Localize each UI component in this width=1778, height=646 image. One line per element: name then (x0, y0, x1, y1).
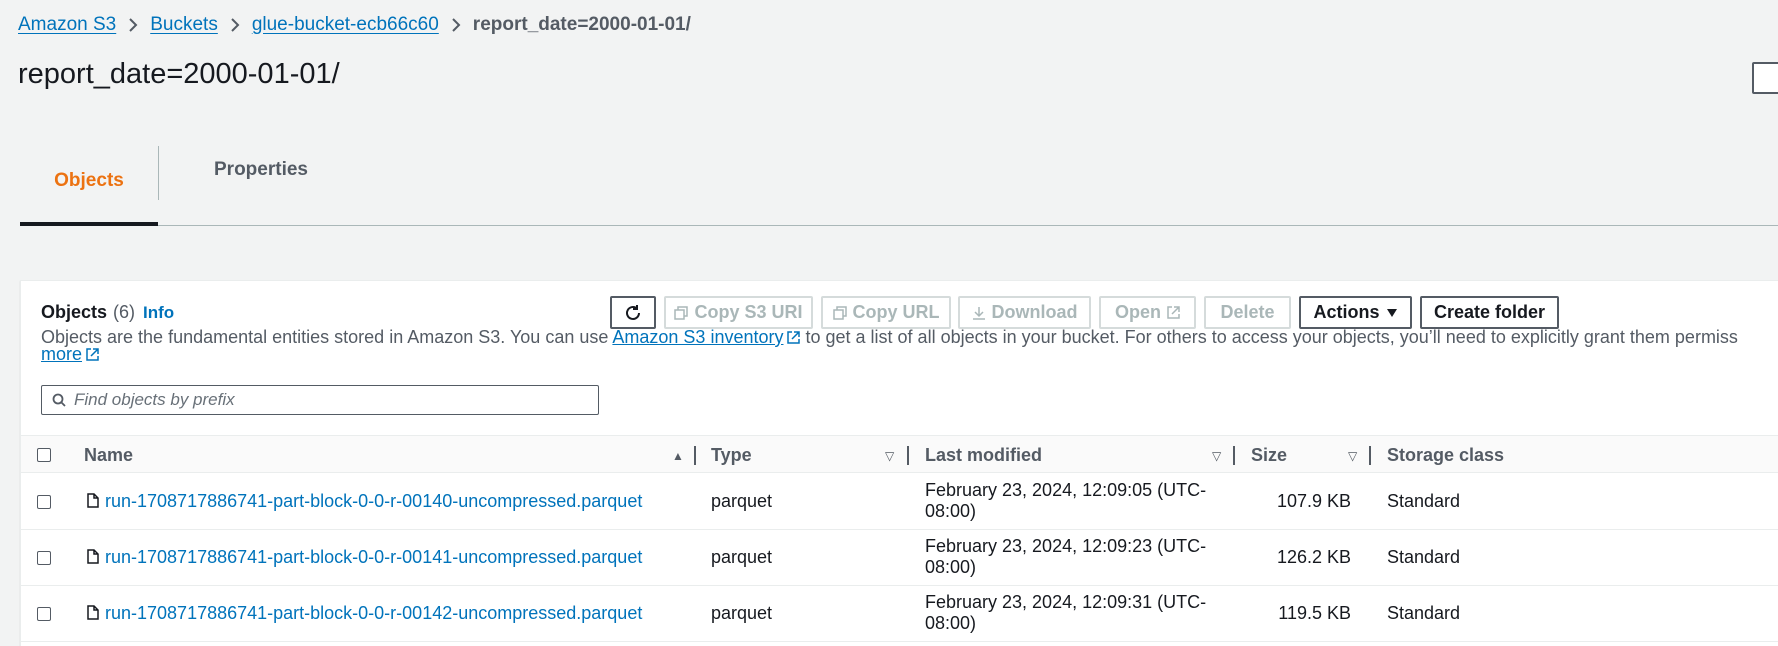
chevron-right-icon (129, 18, 138, 32)
object-size: 119.5 KB (1278, 603, 1351, 623)
delete-label: Delete (1220, 302, 1275, 322)
objects-count: (6) (113, 302, 136, 322)
table-row: run-1708717886741-part-block-0-0-r-00142… (21, 586, 1778, 642)
sort-ascending-icon[interactable]: ▲ (672, 449, 684, 463)
file-icon (87, 549, 99, 564)
caret-down-icon (1386, 308, 1397, 317)
table-row: run-1708717886741-part-block-0-0-r-00140… (21, 474, 1778, 530)
tab-bar: Objects Properties (20, 140, 1778, 226)
external-link-icon (86, 348, 99, 361)
column-resizer[interactable] (1369, 446, 1371, 465)
table-header: Name ▲ Type ▽ Last modified ▽ Size ▽ Sto… (21, 435, 1778, 473)
column-header-storage-class[interactable]: Storage class (1387, 436, 1504, 474)
breadcrumb: Amazon S3 Buckets glue-bucket-ecb66c60 r… (18, 14, 691, 36)
search-input[interactable] (74, 390, 554, 410)
column-header-last-modified[interactable]: Last modified (925, 436, 1042, 474)
search-icon (52, 393, 66, 407)
object-last-modified: February 23, 2024, 12:09:23 (UTC- 08:00) (925, 536, 1206, 578)
chevron-right-icon (452, 18, 461, 32)
row-checkbox[interactable] (37, 551, 51, 565)
copy-icon (832, 305, 847, 320)
objects-description: Objects are the fundamental entities sto… (41, 327, 1738, 364)
objects-header: Objects (6) Info (41, 302, 174, 323)
modified-line-1: February 23, 2024, 12:09:05 (UTC- (925, 480, 1207, 500)
tab-objects[interactable]: Objects (20, 140, 158, 226)
breadcrumb-buckets[interactable]: Buckets (150, 14, 218, 36)
download-button[interactable]: Download (958, 296, 1091, 329)
open-label: Open (1114, 302, 1161, 322)
objects-title: Objects (41, 302, 108, 322)
chevron-right-icon (231, 18, 240, 32)
row-checkbox[interactable] (37, 607, 51, 621)
tab-properties[interactable]: Properties (160, 140, 362, 200)
object-name-link[interactable]: run-1708717886741-part-block-0-0-r-00141… (105, 547, 642, 568)
sort-icon[interactable]: ▽ (1348, 449, 1357, 463)
object-type: parquet (711, 603, 773, 623)
external-link-icon (1167, 306, 1180, 319)
create-folder-label: Create folder (1433, 302, 1546, 322)
object-name-link[interactable]: run-1708717886741-part-block-0-0-r-00140… (105, 491, 642, 512)
search-box (41, 385, 599, 415)
copy-url-label: Copy URL (852, 302, 940, 322)
modified-line-2: 08:00) (925, 613, 977, 633)
copy-icon (674, 305, 689, 320)
modified-line-1: February 23, 2024, 12:09:23 (UTC- (925, 536, 1207, 556)
description-text: Objects are the fundamental entities sto… (41, 327, 609, 347)
object-storage-class: Standard (1387, 491, 1461, 511)
copy-url-button[interactable]: Copy URL (821, 296, 951, 329)
file-icon (87, 605, 99, 620)
row-checkbox[interactable] (37, 495, 51, 509)
tab-divider (158, 146, 159, 200)
object-type: parquet (711, 547, 773, 567)
column-header-size[interactable]: Size (1251, 436, 1287, 474)
object-type: parquet (711, 491, 773, 511)
column-resizer[interactable] (694, 446, 696, 465)
modified-line-2: 08:00) (925, 501, 977, 521)
select-all-checkbox[interactable] (37, 448, 51, 462)
breadcrumb-current: report_date=2000-01-01/ (472, 14, 691, 35)
copy-path-button[interactable] (1752, 62, 1778, 94)
learn-more-link[interactable]: more (41, 344, 82, 364)
sort-icon[interactable]: ▽ (1212, 449, 1221, 463)
info-link[interactable]: Info (143, 303, 174, 323)
breadcrumb-bucket[interactable]: glue-bucket-ecb66c60 (252, 14, 439, 36)
file-icon (87, 493, 99, 508)
actions-label: Actions (1313, 302, 1380, 322)
object-storage-class: Standard (1387, 603, 1461, 623)
external-link-icon (787, 331, 801, 344)
refresh-icon (626, 304, 640, 320)
copy-s3-uri-label: Copy S3 URI (694, 302, 803, 322)
column-header-type[interactable]: Type (711, 436, 752, 474)
modified-line-2: 08:00) (925, 557, 977, 577)
download-icon (972, 306, 985, 320)
object-last-modified: February 23, 2024, 12:09:05 (UTC- 08:00) (925, 480, 1206, 522)
actions-dropdown[interactable]: Actions (1299, 296, 1412, 329)
object-last-modified: February 23, 2024, 12:09:31 (UTC- 08:00) (925, 592, 1206, 634)
download-label: Download (991, 302, 1078, 322)
column-resizer[interactable] (907, 446, 909, 465)
object-name-link[interactable]: run-1708717886741-part-block-0-0-r-00142… (105, 603, 642, 624)
table-row: run-1708717886741-part-block-0-0-r-00141… (21, 530, 1778, 586)
page-title: report_date=2000-01-01/ (18, 58, 340, 90)
delete-button[interactable]: Delete (1204, 296, 1291, 329)
copy-s3-uri-button[interactable]: Copy S3 URI (664, 296, 813, 329)
object-storage-class: Standard (1387, 547, 1461, 567)
column-resizer[interactable] (1233, 446, 1235, 465)
modified-line-1: February 23, 2024, 12:09:31 (UTC- (925, 592, 1207, 612)
description-text-2: to get a list of all objects in your buc… (805, 327, 1738, 347)
inventory-link[interactable]: Amazon S3 inventory (612, 327, 783, 347)
sort-icon[interactable]: ▽ (885, 449, 894, 463)
column-header-name[interactable]: Name (84, 436, 133, 474)
objects-panel: Objects (6) Info Objects are the fundame… (20, 280, 1778, 646)
create-folder-button[interactable]: Create folder (1420, 296, 1559, 329)
object-size: 126.2 KB (1276, 547, 1351, 567)
refresh-button[interactable] (610, 296, 656, 329)
object-size: 107.9 KB (1276, 491, 1351, 511)
breadcrumb-amazon-s3[interactable]: Amazon S3 (18, 14, 116, 36)
open-button[interactable]: Open (1099, 296, 1196, 329)
